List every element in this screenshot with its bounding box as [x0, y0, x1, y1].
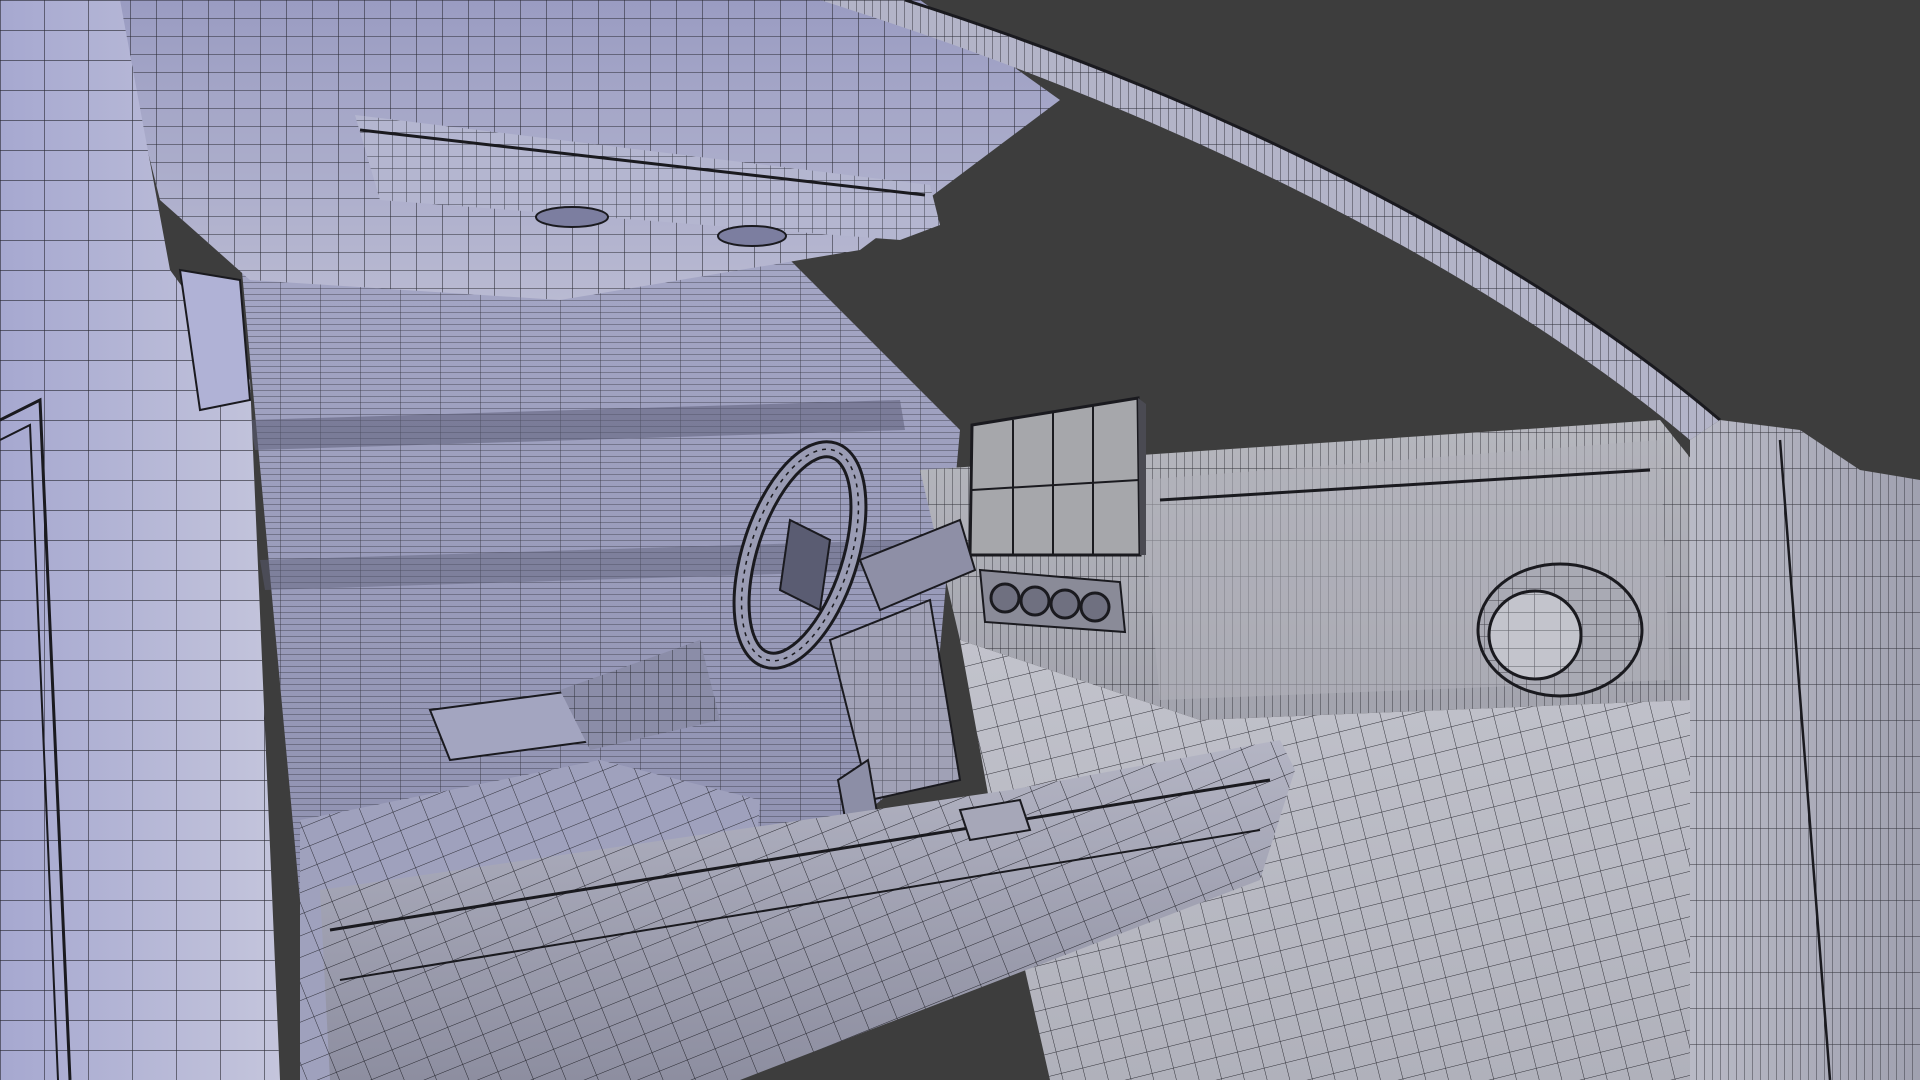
infotainment-screen: [968, 396, 1146, 557]
car-interior-render: [0, 0, 1920, 1080]
3d-viewport[interactable]: [0, 0, 1920, 1080]
dome-light-right: [717, 225, 787, 247]
dome-light-left: [535, 206, 609, 228]
passenger-air-vent: [1476, 562, 1644, 698]
right-pillar: [1690, 420, 1920, 1080]
